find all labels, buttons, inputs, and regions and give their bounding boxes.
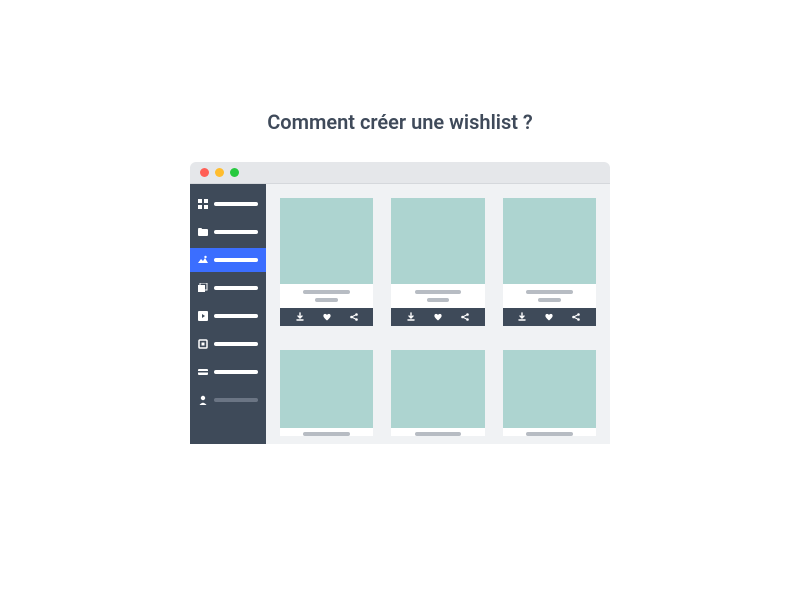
sidebar-item-label (214, 230, 258, 234)
card-title-placeholder (303, 432, 350, 436)
card-subtitle-placeholder (538, 298, 560, 302)
folder-icon (198, 227, 208, 237)
sidebar-item-label (214, 202, 258, 206)
box-icon (198, 339, 208, 349)
card[interactable] (280, 350, 373, 444)
card-thumbnail (391, 198, 484, 284)
image-icon (198, 255, 208, 265)
window-body (190, 184, 610, 444)
card-meta (280, 284, 373, 308)
card-title-placeholder (526, 432, 573, 436)
sidebar-item-label (214, 398, 258, 402)
share-icon[interactable] (571, 312, 581, 322)
share-icon[interactable] (349, 312, 359, 322)
sidebar (190, 184, 266, 444)
card-thumbnail (280, 350, 373, 428)
close-window-dot[interactable] (200, 168, 209, 177)
card-title-placeholder (526, 290, 573, 294)
sidebar-item-images[interactable] (190, 248, 266, 272)
card-title-placeholder (303, 290, 350, 294)
content-grid (266, 184, 610, 444)
card[interactable] (391, 198, 484, 334)
albums-icon (198, 283, 208, 293)
sidebar-item-label (214, 342, 258, 346)
sidebar-item-person[interactable] (190, 388, 266, 412)
card-title-placeholder (415, 290, 462, 294)
heart-icon[interactable] (433, 312, 443, 322)
card-subtitle-placeholder (427, 298, 449, 302)
card[interactable] (503, 350, 596, 444)
maximize-window-dot[interactable] (230, 168, 239, 177)
play-icon (198, 311, 208, 321)
sidebar-item-play[interactable] (190, 304, 266, 328)
minimize-window-dot[interactable] (215, 168, 224, 177)
card[interactable] (391, 350, 484, 444)
sidebar-item-label (214, 286, 258, 290)
person-icon (198, 395, 208, 405)
sidebar-item-folder[interactable] (190, 220, 266, 244)
card-subtitle-placeholder (315, 298, 337, 302)
card-title-placeholder (415, 432, 462, 436)
browser-window (190, 162, 610, 444)
card[interactable] (280, 198, 373, 334)
card-thumbnail (503, 198, 596, 284)
card-meta (503, 284, 596, 308)
card-actions (280, 308, 373, 326)
page-title: Comment créer une wishlist ? (267, 110, 533, 134)
sidebar-item-label (214, 314, 258, 318)
sidebar-item-label (214, 258, 258, 262)
card-meta (391, 428, 484, 436)
card-actions (503, 308, 596, 326)
card-meta (503, 428, 596, 436)
sidebar-item-card[interactable] (190, 360, 266, 384)
grid-icon (198, 199, 208, 209)
download-icon[interactable] (406, 312, 416, 322)
card-meta (391, 284, 484, 308)
sidebar-item-label (214, 370, 258, 374)
download-icon[interactable] (295, 312, 305, 322)
card-actions (391, 308, 484, 326)
card-icon (198, 367, 208, 377)
sidebar-item-box[interactable] (190, 332, 266, 356)
window-titlebar (190, 162, 610, 184)
share-icon[interactable] (460, 312, 470, 322)
heart-icon[interactable] (322, 312, 332, 322)
card-thumbnail (280, 198, 373, 284)
download-icon[interactable] (517, 312, 527, 322)
sidebar-item-grid[interactable] (190, 192, 266, 216)
card-meta (280, 428, 373, 436)
card-thumbnail (391, 350, 484, 428)
sidebar-item-albums[interactable] (190, 276, 266, 300)
card-thumbnail (503, 350, 596, 428)
heart-icon[interactable] (544, 312, 554, 322)
card[interactable] (503, 198, 596, 334)
